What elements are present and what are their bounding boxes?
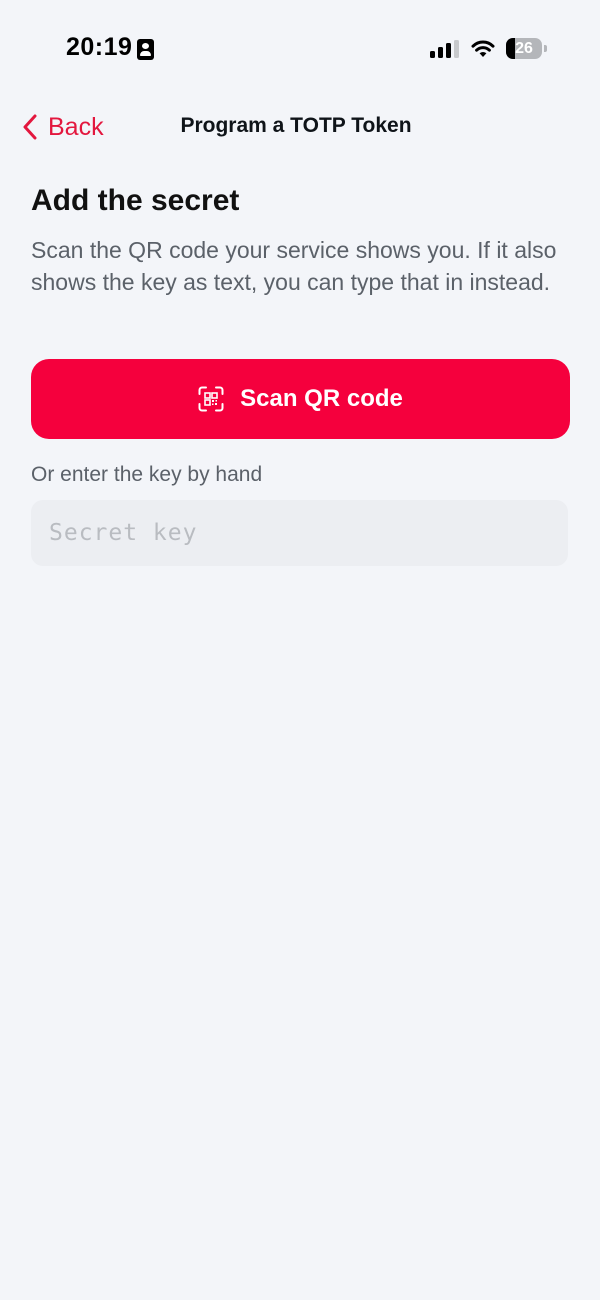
status-time: 20:19 — [66, 33, 133, 61]
person-badge-icon — [137, 39, 154, 60]
cellular-signal-icon — [430, 40, 459, 58]
scan-qr-code-button[interactable]: Scan QR code — [31, 359, 570, 439]
battery-icon: 26 — [506, 38, 542, 59]
scan-button-label: Scan QR code — [240, 385, 403, 412]
manual-entry-label: Or enter the key by hand — [31, 463, 263, 486]
battery-level: 26 — [515, 40, 533, 57]
secret-key-input[interactable] — [31, 500, 568, 566]
navigation-bar: Back Program a TOTP Token — [0, 100, 600, 154]
wifi-icon — [471, 40, 495, 57]
battery-cap — [544, 45, 547, 52]
page-title: Program a TOTP Token — [180, 114, 412, 137]
status-bar: 20:19 26 — [0, 0, 600, 96]
instructions-text: Scan the QR code your service shows you.… — [31, 237, 557, 295]
section-title: Add the secret — [31, 184, 240, 217]
qr-code-scan-icon — [198, 386, 224, 412]
